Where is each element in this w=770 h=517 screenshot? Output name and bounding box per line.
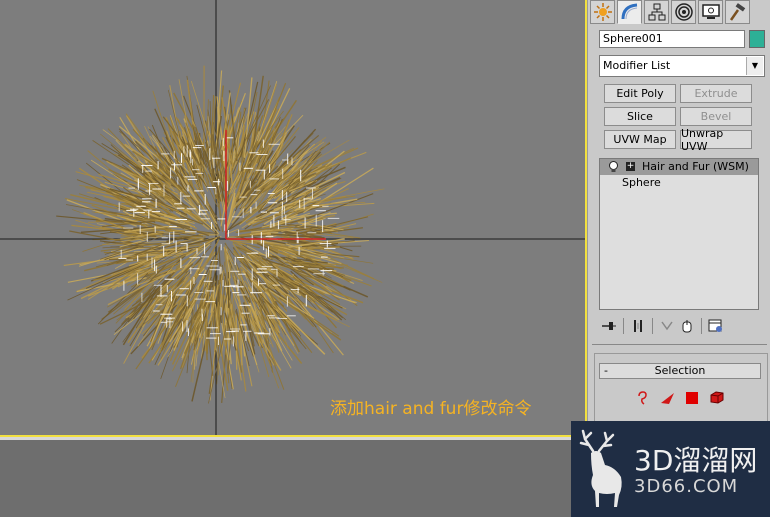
timeline-area: [0, 437, 587, 517]
hierarchy-tab[interactable]: [644, 0, 669, 24]
face-triangle-icon[interactable]: [658, 389, 675, 406]
hammer-icon: [729, 3, 745, 21]
fur-sphere-scene: [0, 0, 585, 435]
monitor-icon: [701, 4, 720, 19]
remove-modifier-icon[interactable]: [677, 317, 697, 335]
sub-object-selection-icons: [633, 389, 725, 406]
stack-item-label: Sphere: [622, 176, 661, 189]
modifier-buttons: Edit Poly Extrude Slice Bevel UVW Map Un…: [604, 84, 752, 153]
extrude-button[interactable]: Extrude: [680, 84, 752, 103]
modify-tab[interactable]: [617, 0, 642, 24]
watermark-url: 3D66.COM: [634, 476, 739, 497]
modifier-list-dropdown[interactable]: Modifier List ▼: [599, 55, 765, 77]
make-unique-icon[interactable]: [657, 317, 677, 335]
motion-tab[interactable]: [671, 0, 696, 24]
unwrap-uvw-button[interactable]: Unwrap UVW: [680, 127, 752, 153]
configure-sets-icon[interactable]: [706, 317, 726, 335]
chevron-down-icon: ▼: [746, 57, 763, 75]
stack-item-label: Hair and Fur (WSM): [642, 160, 749, 173]
stack-item-hair-and-fur[interactable]: + Hair and Fur (WSM): [600, 159, 758, 175]
stack-item-sphere[interactable]: Sphere: [600, 175, 758, 191]
rollout-title: Selection: [654, 364, 706, 377]
instruction-caption: 添加hair and fur修改命令: [330, 399, 532, 419]
uvw-map-button[interactable]: UVW Map: [604, 130, 676, 149]
motion-circle-icon: [674, 3, 693, 21]
polygon-square-icon[interactable]: [683, 389, 700, 406]
viewport[interactable]: 添加hair and fur修改命令: [0, 0, 587, 437]
selection-rollout-header[interactable]: - Selection: [599, 363, 761, 379]
sun-star-icon: [593, 3, 612, 21]
object-color-swatch[interactable]: [749, 30, 765, 48]
bent-curve-icon: [621, 3, 637, 20]
watermark-logo: 3D溜溜网 3D66.COM: [571, 421, 770, 517]
show-end-result-icon[interactable]: [628, 317, 648, 335]
watermark-title: 3D溜溜网: [634, 444, 758, 477]
modifier-list-label: Modifier List: [603, 59, 671, 72]
display-tab[interactable]: [698, 0, 723, 24]
panel-divider: [592, 344, 767, 345]
object-name-field[interactable]: Sphere001: [599, 30, 745, 48]
hierarchy-icon: [648, 3, 665, 21]
create-tab[interactable]: [590, 0, 615, 24]
utilities-tab[interactable]: [725, 0, 750, 24]
modifier-stack[interactable]: + Hair and Fur (WSM) Sphere: [599, 158, 759, 310]
element-cube-icon[interactable]: [708, 389, 725, 406]
pin-stack-icon[interactable]: [599, 317, 619, 335]
deer-logo-icon: [579, 429, 622, 507]
fur-strands: [56, 65, 385, 404]
guide-curve-icon[interactable]: [633, 389, 650, 406]
edit-poly-button[interactable]: Edit Poly: [604, 84, 676, 103]
lightbulb-icon[interactable]: [608, 161, 619, 173]
slice-button[interactable]: Slice: [604, 107, 676, 126]
stack-toolbar: [599, 316, 759, 336]
panel-tabs: [590, 0, 750, 26]
bevel-button[interactable]: Bevel: [680, 107, 752, 126]
expand-plus-icon[interactable]: +: [626, 162, 635, 171]
